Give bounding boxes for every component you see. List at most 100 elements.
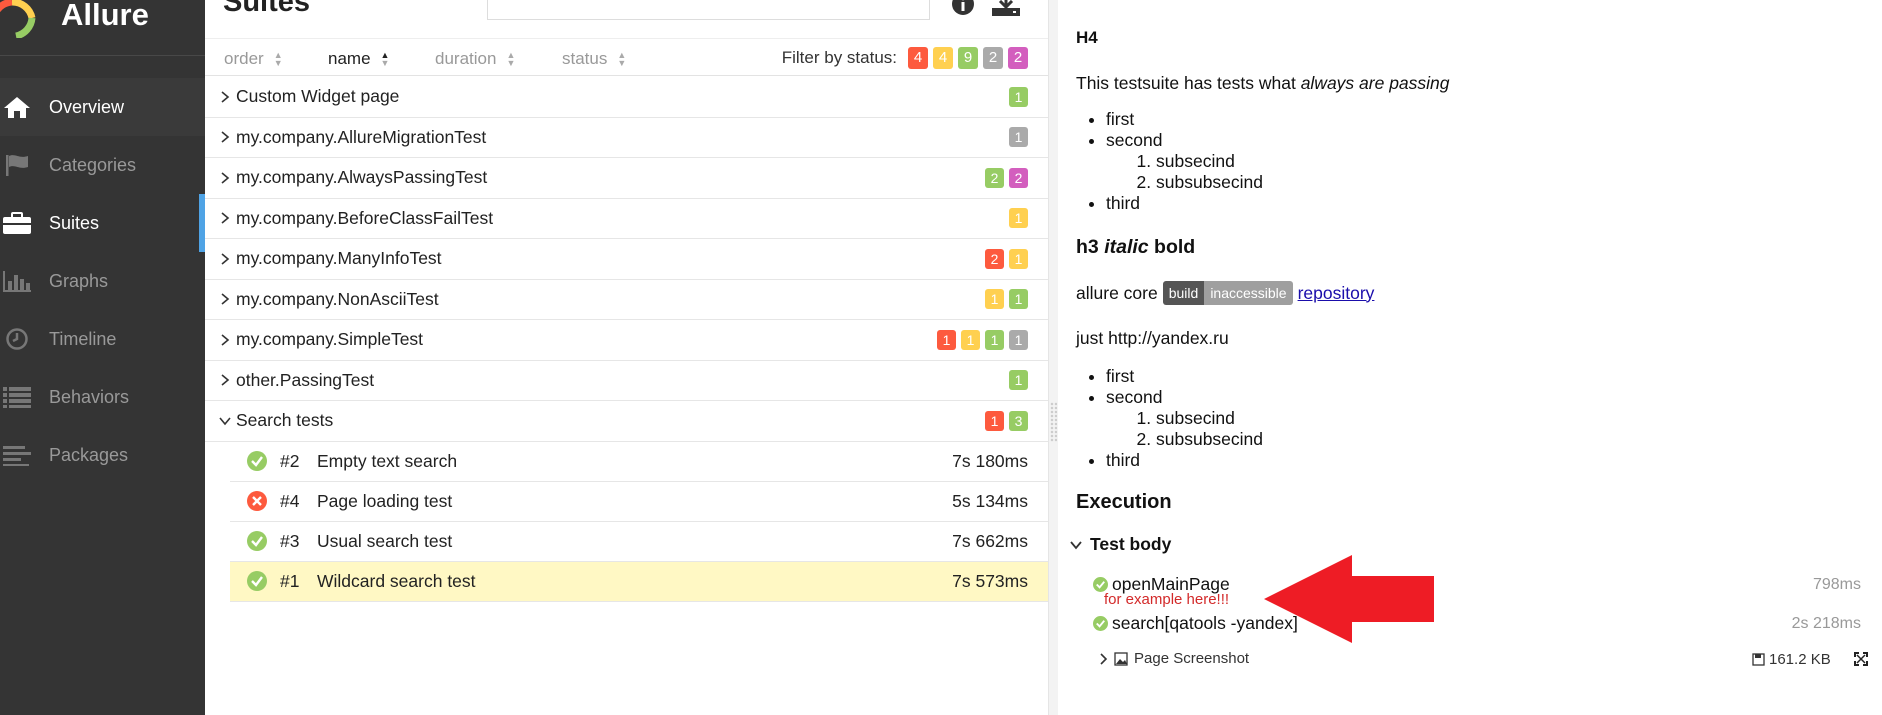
passed-icon <box>1093 577 1108 592</box>
list-item-text: second <box>1106 387 1163 407</box>
filter-passed-badge[interactable]: 9 <box>958 47 978 69</box>
sidebar-item-overview[interactable]: Overview <box>0 78 205 136</box>
filter-broken-badge[interactable]: 4 <box>933 47 953 69</box>
test-number: #1 <box>280 570 300 591</box>
list-icon <box>0 383 34 411</box>
suite-status-badges: 11 <box>980 289 1028 310</box>
sidebar-item-label: Graphs <box>49 270 109 291</box>
sidebar-item-behaviors[interactable]: Behaviors <box>0 368 205 426</box>
chevron-right-icon <box>1100 652 1108 665</box>
chevron-right-icon <box>221 212 230 224</box>
status-count-badge: 3 <box>1009 410 1028 431</box>
attachment-size: 161.2 KB <box>1752 651 1831 668</box>
suite-row[interactable]: my.company.NonAsciiTest 1 1 <box>205 280 1048 320</box>
annotation-arrow-icon <box>1264 555 1434 643</box>
suite-status-badges: 22 <box>980 167 1028 188</box>
test-row[interactable]: #3 Usual search test 7s 662ms <box>230 522 1048 562</box>
status-count-badge: 1 <box>1009 370 1028 391</box>
attachment-name: Page Screenshot <box>1134 650 1250 667</box>
test-row[interactable]: #2 Empty text search 7s 180ms <box>230 442 1048 482</box>
build-status-shield: build inaccessible <box>1162 281 1293 305</box>
test-duration: 7s 180ms <box>952 450 1028 471</box>
sort-duration[interactable]: duration ▲ ▼ <box>435 49 515 69</box>
failed-icon <box>247 491 267 511</box>
test-row[interactable]: #1 Wildcard search test 7s 573ms <box>230 561 1048 602</box>
status-count-badge: 1 <box>985 289 1004 310</box>
save-icon <box>1752 653 1765 666</box>
sidebar-item-label: Overview <box>49 96 125 117</box>
info-icon[interactable] <box>950 0 976 18</box>
chevron-down-icon <box>1070 540 1082 549</box>
sidebar-item-label: Timeline <box>49 328 117 349</box>
suite-row[interactable]: Search tests 1 3 <box>205 401 1048 442</box>
filter-failed-badge[interactable]: 4 <box>908 47 928 69</box>
list-item: first <box>1106 109 1263 130</box>
suite-row[interactable]: my.company.AlwaysPassingTest 2 2 <box>205 158 1048 199</box>
test-number: #4 <box>280 490 300 511</box>
image-file-icon <box>1114 651 1128 666</box>
search-input[interactable] <box>487 0 930 20</box>
suite-name: my.company.AlwaysPassingTest <box>236 167 488 188</box>
chevron-right-icon <box>221 293 230 305</box>
passed-icon <box>247 531 267 551</box>
suite-row[interactable]: my.company.ManyInfoTest 2 1 <box>205 239 1048 280</box>
suite-row[interactable]: my.company.SimpleTest 1 1 1 1 <box>205 320 1048 361</box>
sort-bar: order ▲ ▼ name ▲ ▼ duration ▲ ▼ status ▲ ▼ Filte… <box>205 38 1048 76</box>
test-body-toggle[interactable]: Test body <box>1070 534 1171 555</box>
suite-name: Custom Widget page <box>236 86 400 107</box>
core-label: allure core <box>1076 282 1158 303</box>
sort-label: order <box>224 49 264 68</box>
attachment-row[interactable]: Page Screenshot <box>1098 650 1249 667</box>
sort-status[interactable]: status ▲ ▼ <box>562 49 626 69</box>
repository-link[interactable]: repository <box>1298 283 1375 304</box>
suite-row[interactable]: my.company.AllureMigrationTest 1 <box>205 118 1048 158</box>
sidebar-item-label: Packages <box>49 444 129 465</box>
expand-icon[interactable] <box>1854 652 1868 666</box>
filter-label: Filter by status: <box>781 48 897 67</box>
suites-pane: Suites order ▲ ▼ name ▲ ▼ duration ▲ ▼ status ▲… <box>205 0 1048 715</box>
description-text-plain: This testsuite has tests what <box>1076 73 1301 93</box>
status-count-badge: 1 <box>1009 208 1028 229</box>
sidebar-item-timeline[interactable]: Timeline <box>0 310 205 368</box>
align-left-icon <box>0 441 34 469</box>
suite-name: my.company.NonAsciiTest <box>236 288 439 309</box>
status-count-badge: 1 <box>1009 248 1028 269</box>
step-duration: 798ms <box>1812 576 1861 593</box>
list-item: subsecind <box>1156 408 1263 429</box>
sort-label: status <box>562 49 608 68</box>
test-number: #2 <box>280 450 300 471</box>
sort-order[interactable]: order ▲ ▼ <box>224 49 283 69</box>
shield-right: inaccessible <box>1204 281 1293 305</box>
sidebar-item-suites[interactable]: Suites <box>0 194 205 252</box>
sidebar: Allure Overview Categories Suites Graphs… <box>0 0 205 715</box>
suite-row[interactable]: my.company.BeforeClassFailTest 1 <box>205 199 1048 239</box>
download-icon[interactable] <box>991 0 1021 18</box>
sort-name[interactable]: name ▲ ▼ <box>328 49 389 69</box>
filter-skipped-badge[interactable]: 2 <box>983 47 1003 69</box>
sidebar-item-packages[interactable]: Packages <box>0 426 205 484</box>
filter-unknown-badge[interactable]: 2 <box>1008 47 1028 69</box>
test-body-label: Test body <box>1090 534 1172 554</box>
page-title: Suites <box>223 0 311 18</box>
status-count-badge: 1 <box>1009 86 1028 107</box>
sidebar-item-label: Suites <box>49 212 100 233</box>
status-count-badge: 1 <box>1009 289 1028 310</box>
suite-status-badges: 1 <box>1004 86 1028 107</box>
status-count-badge: 2 <box>985 248 1004 269</box>
suite-row[interactable]: Custom Widget page 1 <box>205 77 1048 118</box>
chevron-right-icon <box>221 131 230 143</box>
suite-row[interactable]: other.PassingTest 1 <box>205 361 1048 401</box>
test-row[interactable]: #4 Page loading test 5s 134ms <box>230 482 1048 522</box>
splitter-grip[interactable] <box>1050 402 1057 442</box>
description-list-2: first second subsecind subsubsecind thir… <box>1106 366 1263 471</box>
suite-status-badges: 1 <box>1004 370 1028 391</box>
suite-status-badges: 21 <box>980 248 1028 269</box>
sidebar-item-categories[interactable]: Categories <box>0 136 205 194</box>
sort-arrows-icon: ▲ ▼ <box>273 50 283 68</box>
sidebar-item-graphs[interactable]: Graphs <box>0 252 205 310</box>
sub-list: subsecind subsubsecind <box>1126 408 1263 450</box>
list-item: second subsecind subsubsecind <box>1106 130 1263 193</box>
pane-splitter[interactable] <box>1048 0 1058 715</box>
attachment-size-value: 161.2 KB <box>1769 651 1831 668</box>
status-count-badge: 1 <box>1009 127 1028 148</box>
